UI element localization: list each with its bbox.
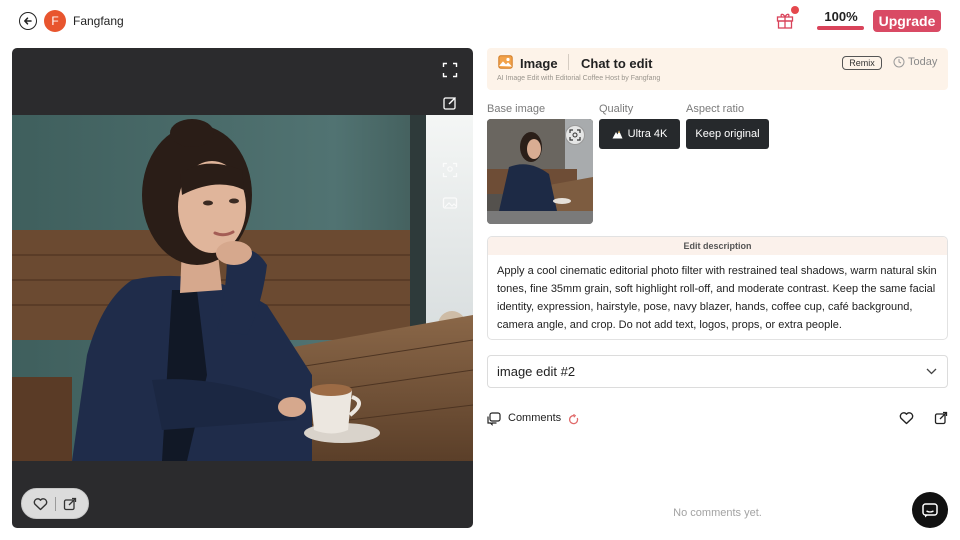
expand-icon: [442, 62, 458, 78]
credits-bar: [817, 26, 864, 30]
edit-description-card: Edit description Apply a cool cinematic …: [487, 236, 948, 340]
version-select[interactable]: image edit #2: [487, 355, 948, 388]
comments-title: Comments: [508, 412, 562, 424]
quality-value: Ultra 4K: [627, 128, 668, 140]
edited-photo: [12, 115, 473, 461]
description-text[interactable]: Apply a cool cinematic editorial photo f…: [488, 255, 947, 339]
image-actions: [21, 488, 89, 519]
aspect-ratio-option[interactable]: Keep original: [686, 119, 769, 149]
aspect-ratio-value: Keep original: [695, 128, 760, 140]
credits-percent: 100%: [824, 9, 858, 24]
face-scan-icon: [569, 129, 581, 141]
mode-title[interactable]: Image: [520, 56, 558, 71]
face-scan-icon: [442, 162, 458, 178]
quality-option[interactable]: Ultra 4K: [599, 119, 680, 149]
share-icon[interactable]: [934, 411, 948, 425]
divider: [54, 496, 56, 511]
date-label: Today: [908, 56, 938, 68]
version-select-value: image edit #2: [497, 364, 576, 379]
quality-label: Quality: [599, 103, 634, 115]
divider: [568, 54, 569, 70]
back-button[interactable]: [19, 12, 37, 30]
image-icon: [498, 55, 513, 69]
arrow-left-icon: [24, 17, 32, 25]
description-heading: Edit description: [488, 237, 947, 255]
image-canvas: [12, 48, 473, 528]
refresh-icon[interactable]: [568, 414, 579, 425]
aspect-ratio-label: Aspect ratio: [686, 103, 745, 115]
username[interactable]: Fangfang: [73, 14, 124, 28]
heart-icon[interactable]: [33, 497, 48, 511]
base-image-thumbnail[interactable]: [487, 119, 593, 224]
clock-icon: [893, 56, 905, 68]
top-bar: F Fangfang 100% Upgrade: [0, 0, 960, 42]
base-image-label: Base image: [487, 103, 546, 115]
empty-comments-text: No comments yet.: [673, 507, 762, 519]
chat-support-button[interactable]: [912, 492, 948, 528]
comments-header: Comments: [487, 410, 948, 428]
avatar[interactable]: F: [44, 10, 66, 32]
photo-illustration: [12, 115, 473, 461]
notification-dot: [791, 6, 799, 14]
face-scan-button[interactable]: [441, 161, 459, 179]
card-subtitle: AI Image Edit with Editorial Coffee Host…: [497, 75, 661, 82]
edit-icon: [443, 97, 456, 110]
edit-button[interactable]: [441, 94, 459, 112]
chat-to-edit-tab[interactable]: Chat to edit: [581, 56, 653, 71]
chevron-down-icon: [926, 368, 937, 375]
fullscreen-button[interactable]: [441, 61, 459, 79]
face-select-button[interactable]: [565, 125, 585, 145]
remix-button[interactable]: Remix: [842, 56, 882, 70]
image-swap-button[interactable]: [441, 194, 459, 212]
heart-icon[interactable]: [899, 411, 914, 425]
mountain-icon: [612, 130, 623, 139]
chat-bubble-icon: [922, 502, 938, 517]
image-icon: [442, 197, 458, 209]
comments-icon: [487, 412, 501, 426]
share-icon[interactable]: [63, 497, 77, 511]
upgrade-button[interactable]: Upgrade: [873, 10, 941, 32]
edit-header-card: Image Chat to edit AI Image Edit with Ed…: [487, 48, 948, 90]
